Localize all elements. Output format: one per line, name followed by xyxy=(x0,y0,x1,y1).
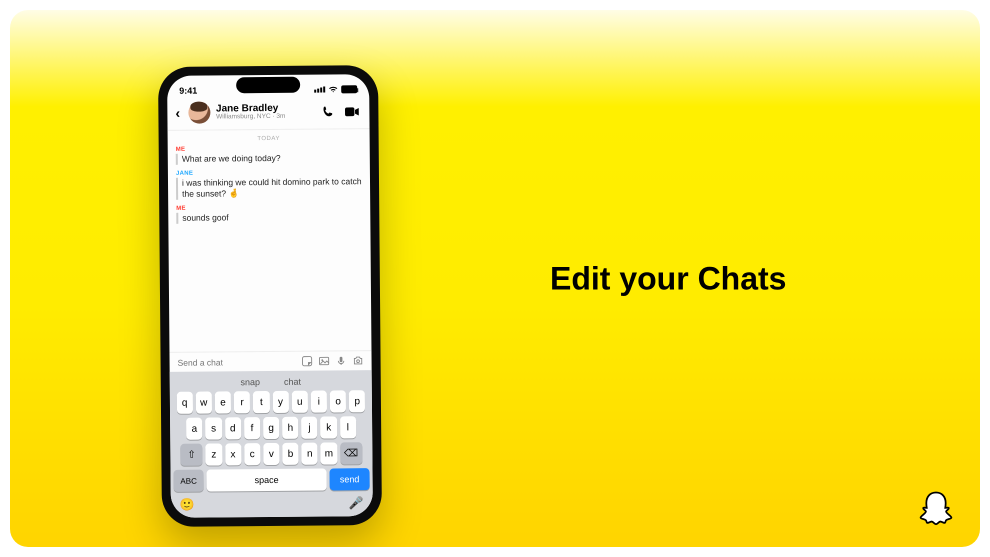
key-w[interactable]: w xyxy=(196,392,212,414)
key-e[interactable]: e xyxy=(215,391,231,413)
key-i[interactable]: i xyxy=(311,391,327,413)
key-shift[interactable]: ⇧ xyxy=(181,444,203,466)
signal-icon xyxy=(314,87,325,93)
message-me-2[interactable]: ME sounds goof xyxy=(176,204,362,224)
call-icon[interactable] xyxy=(321,105,334,118)
message-text: sounds goof xyxy=(176,211,362,224)
message-other-1[interactable]: JANE i was thinking we could hit domino … xyxy=(176,169,362,200)
promo-stage: Edit your Chats 9:41 ‹ Jane Bradley Will… xyxy=(10,10,980,547)
phone-screen: 9:41 ‹ Jane Bradley Williamsburg, NYC · … xyxy=(167,74,373,518)
status-indicators xyxy=(314,85,357,93)
avatar[interactable] xyxy=(188,102,210,124)
wifi-icon xyxy=(328,85,338,93)
keyboard-row-3: ⇧ z x c v b n m ⌫ xyxy=(173,442,369,466)
back-button[interactable]: ‹ xyxy=(173,105,182,121)
date-separator: TODAY xyxy=(176,135,362,143)
phone-notch xyxy=(236,77,300,94)
battery-icon xyxy=(341,85,357,93)
chat-input[interactable] xyxy=(178,356,296,367)
header-text[interactable]: Jane Bradley Williamsburg, NYC · 3m xyxy=(216,103,315,120)
key-x[interactable]: x xyxy=(225,443,241,465)
key-u[interactable]: u xyxy=(292,391,308,413)
messages-area[interactable]: TODAY ME What are we doing today? JANE i… xyxy=(168,129,372,352)
sticker-icon[interactable] xyxy=(302,356,313,367)
key-abc[interactable]: ABC xyxy=(174,470,204,492)
key-d[interactable]: d xyxy=(225,417,241,439)
key-h[interactable]: h xyxy=(282,417,298,439)
key-t[interactable]: t xyxy=(253,391,269,413)
contact-subtitle: Williamsburg, NYC · 3m xyxy=(216,113,315,120)
chat-input-row xyxy=(169,350,371,372)
dictation-key[interactable]: 🎤 xyxy=(349,496,364,510)
gallery-icon[interactable] xyxy=(319,355,330,366)
keyboard-row-1: q w e r t y u i o p xyxy=(173,390,369,414)
key-send[interactable]: send xyxy=(330,468,370,490)
key-v[interactable]: v xyxy=(263,443,279,465)
video-call-icon[interactable] xyxy=(344,106,359,117)
keyboard-row-2: a s d f g h j k l xyxy=(173,416,369,440)
key-l[interactable]: l xyxy=(340,416,356,438)
snapchat-ghost-icon xyxy=(914,489,958,533)
mic-icon[interactable] xyxy=(336,355,347,366)
key-n[interactable]: n xyxy=(302,443,318,465)
suggestion[interactable]: snap xyxy=(240,377,260,387)
keyboard-row-4: ABC space send xyxy=(174,468,370,492)
message-text: i was thinking we could hit domino park … xyxy=(176,176,362,200)
key-j[interactable]: j xyxy=(301,417,317,439)
keyboard: snap chat q w e r t y u i o p a s xyxy=(170,370,373,518)
key-a[interactable]: a xyxy=(186,418,202,440)
key-c[interactable]: c xyxy=(244,443,260,465)
key-q[interactable]: q xyxy=(176,392,192,414)
message-me-1[interactable]: ME What are we doing today? xyxy=(176,145,362,165)
key-p[interactable]: p xyxy=(349,390,365,412)
key-z[interactable]: z xyxy=(206,443,222,465)
key-g[interactable]: g xyxy=(263,417,279,439)
chat-header: ‹ Jane Bradley Williamsburg, NYC · 3m xyxy=(167,98,369,131)
key-y[interactable]: y xyxy=(272,391,288,413)
camera-icon[interactable] xyxy=(353,355,364,366)
headline: Edit your Chats xyxy=(550,260,786,297)
keyboard-suggestions: snap chat xyxy=(173,374,369,392)
key-b[interactable]: b xyxy=(282,443,298,465)
key-r[interactable]: r xyxy=(234,391,250,413)
key-f[interactable]: f xyxy=(244,417,260,439)
key-backspace[interactable]: ⌫ xyxy=(340,442,362,464)
message-text: What are we doing today? xyxy=(176,152,362,165)
status-time: 9:41 xyxy=(179,86,197,96)
key-space[interactable]: space xyxy=(207,469,327,492)
phone-frame: 9:41 ‹ Jane Bradley Williamsburg, NYC · … xyxy=(158,65,382,527)
key-s[interactable]: s xyxy=(205,417,221,439)
emoji-key[interactable]: 🙂 xyxy=(180,498,195,512)
suggestion[interactable]: chat xyxy=(284,377,301,387)
key-o[interactable]: o xyxy=(330,390,346,412)
key-m[interactable]: m xyxy=(321,442,337,464)
key-k[interactable]: k xyxy=(321,416,337,438)
